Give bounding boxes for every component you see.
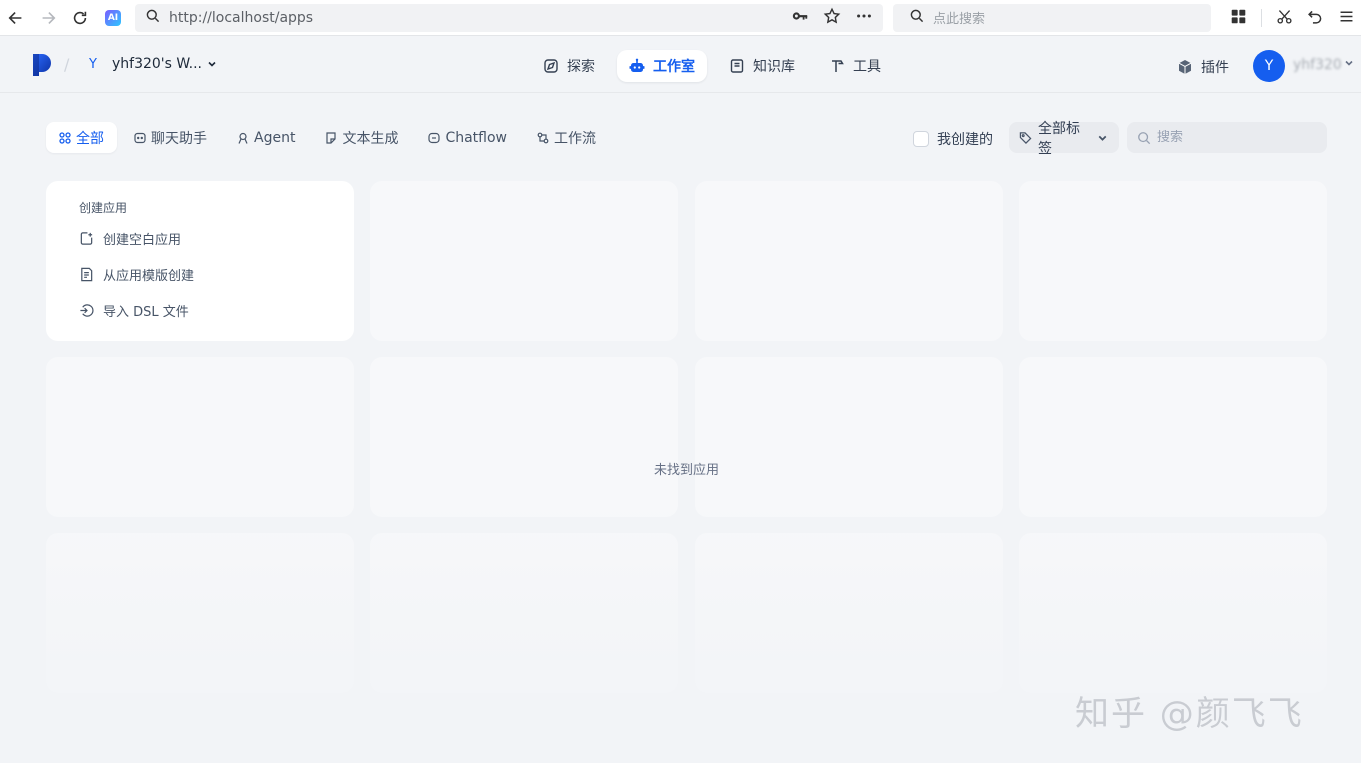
- address-bar[interactable]: http://localhost/apps: [135, 3, 883, 32]
- tab-agent[interactable]: Agent: [224, 122, 308, 153]
- cube-icon: [1178, 60, 1192, 74]
- reload-icon[interactable]: [64, 2, 96, 34]
- tab-label: Agent: [254, 129, 296, 146]
- tag-filter-label: 全部标签: [1038, 120, 1080, 157]
- tab-label: 文本生成: [342, 130, 399, 147]
- grid-icon: [59, 131, 71, 144]
- nav-tab-studio[interactable]: 工作室: [617, 50, 707, 82]
- empty-card-placeholder: [370, 533, 678, 693]
- chevron-down-icon: [1098, 135, 1107, 141]
- my-created-checkbox[interactable]: [913, 131, 929, 147]
- create-item-label: 导入 DSL 文件: [103, 304, 189, 320]
- browser-toolbar: AI http://localhost/apps 点此搜索: [0, 0, 1361, 36]
- chatflow-icon: [428, 132, 441, 143]
- nav-tab-explore[interactable]: 探索: [531, 50, 607, 82]
- import-dsl-button[interactable]: 导入 DSL 文件: [79, 300, 354, 320]
- back-icon[interactable]: [0, 2, 32, 34]
- tab-chat-assistant[interactable]: 聊天助手: [121, 122, 220, 153]
- chat-icon: [134, 132, 146, 143]
- search-input[interactable]: [1157, 130, 1307, 145]
- nav-tab-knowledge[interactable]: 知识库: [717, 50, 807, 82]
- empty-card-placeholder: [46, 357, 354, 517]
- empty-card-placeholder: [695, 533, 1003, 693]
- empty-card-placeholder: [370, 181, 678, 341]
- nav-tab-label: 知识库: [753, 59, 795, 75]
- search-icon: [1138, 131, 1151, 144]
- nav-tab-label: 工具: [853, 59, 881, 75]
- create-from-template-button[interactable]: 从应用模版创建: [79, 264, 354, 284]
- agent-icon: [238, 132, 248, 144]
- workspace-avatar[interactable]: Y: [84, 55, 102, 73]
- tab-label: 聊天助手: [151, 130, 207, 147]
- nav-tab-tools[interactable]: 工具: [817, 50, 893, 82]
- app-header: / Y yhf320's W... 探索 工作室 知识库 工具 插件 Y yhf…: [0, 37, 1361, 93]
- user-name[interactable]: yhf320: [1293, 57, 1342, 73]
- create-blank-app-button[interactable]: 创建空白应用: [79, 228, 354, 248]
- empty-card-placeholder: [1019, 357, 1327, 517]
- dify-logo-icon[interactable]: [33, 54, 51, 76]
- tag-icon: [1019, 131, 1032, 144]
- browser-search-placeholder: 点此搜索: [933, 12, 986, 27]
- workspace-selector[interactable]: yhf320's W...: [112, 56, 218, 72]
- menu-icon[interactable]: [1338, 8, 1355, 29]
- create-item-label: 从应用模版创建: [103, 268, 195, 284]
- search-icon: [909, 8, 925, 28]
- nav-tab-label: 工作室: [653, 59, 695, 75]
- app-search[interactable]: [1127, 122, 1327, 153]
- empty-card-placeholder: [370, 357, 678, 517]
- apps-grid-icon[interactable]: [1230, 8, 1247, 29]
- empty-card-placeholder: [695, 181, 1003, 341]
- empty-state-message: 未找到应用: [653, 463, 719, 478]
- create-item-label: 创建空白应用: [103, 232, 182, 248]
- tab-chatflow[interactable]: Chatflow: [415, 122, 520, 153]
- tag-filter-dropdown[interactable]: 全部标签: [1009, 121, 1119, 157]
- url-text[interactable]: http://localhost/apps: [169, 10, 791, 26]
- empty-card-placeholder: [1019, 181, 1327, 341]
- watermark: 知乎 @颜飞飞: [1075, 694, 1304, 734]
- empty-card-placeholder: [695, 357, 1003, 517]
- star-icon[interactable]: [823, 7, 841, 29]
- create-app-card: 创建应用 创建空白应用 从应用模版创建 导入 DSL 文件: [46, 181, 354, 341]
- hammer-icon: [832, 60, 844, 72]
- template-icon: [81, 267, 93, 281]
- book-icon: [730, 59, 744, 73]
- tab-text-generation[interactable]: 文本生成: [312, 122, 411, 153]
- plugins-label: 插件: [1201, 60, 1229, 76]
- tab-all[interactable]: 全部: [46, 122, 117, 153]
- key-icon[interactable]: [791, 7, 809, 29]
- tab-label: 工作流: [554, 130, 597, 147]
- tab-workflow[interactable]: 工作流: [524, 122, 609, 153]
- compass-icon: [544, 59, 558, 73]
- search-icon: [145, 8, 161, 28]
- app-type-tabs: 全部 聊天助手 Agent 文本生成 Chatflow 工作流: [46, 122, 609, 153]
- toolbar-divider: [1261, 9, 1262, 27]
- browser-search-input[interactable]: 点此搜索: [893, 3, 1211, 32]
- chevron-down-icon: [208, 61, 216, 67]
- tab-label: Chatflow: [445, 129, 508, 146]
- breadcrumb-separator: /: [64, 55, 70, 74]
- new-file-icon: [80, 231, 93, 245]
- ai-extension-icon[interactable]: AI: [105, 9, 121, 26]
- workflow-icon: [537, 132, 549, 143]
- tab-label: 全部: [76, 130, 104, 147]
- main-nav: 探索 工作室 知识库 工具: [531, 50, 893, 82]
- undo-icon[interactable]: [1307, 8, 1324, 29]
- my-created-label: 我创建的: [937, 132, 993, 148]
- more-icon[interactable]: [855, 7, 873, 29]
- workspace-name: yhf320's W...: [112, 56, 202, 72]
- create-app-title: 创建应用: [79, 201, 128, 215]
- plugins-button[interactable]: 插件: [1177, 57, 1229, 77]
- robot-icon: [629, 58, 645, 72]
- empty-card-placeholder: [46, 533, 354, 693]
- my-created-filter[interactable]: 我创建的: [913, 129, 993, 149]
- document-icon: [326, 131, 337, 144]
- scissors-icon[interactable]: [1276, 8, 1293, 29]
- user-avatar[interactable]: Y: [1253, 50, 1285, 82]
- chevron-down-icon[interactable]: [1343, 57, 1355, 69]
- import-icon: [80, 303, 94, 317]
- nav-tab-label: 探索: [567, 59, 595, 75]
- empty-card-placeholder: [1019, 533, 1327, 693]
- forward-icon[interactable]: [32, 2, 64, 34]
